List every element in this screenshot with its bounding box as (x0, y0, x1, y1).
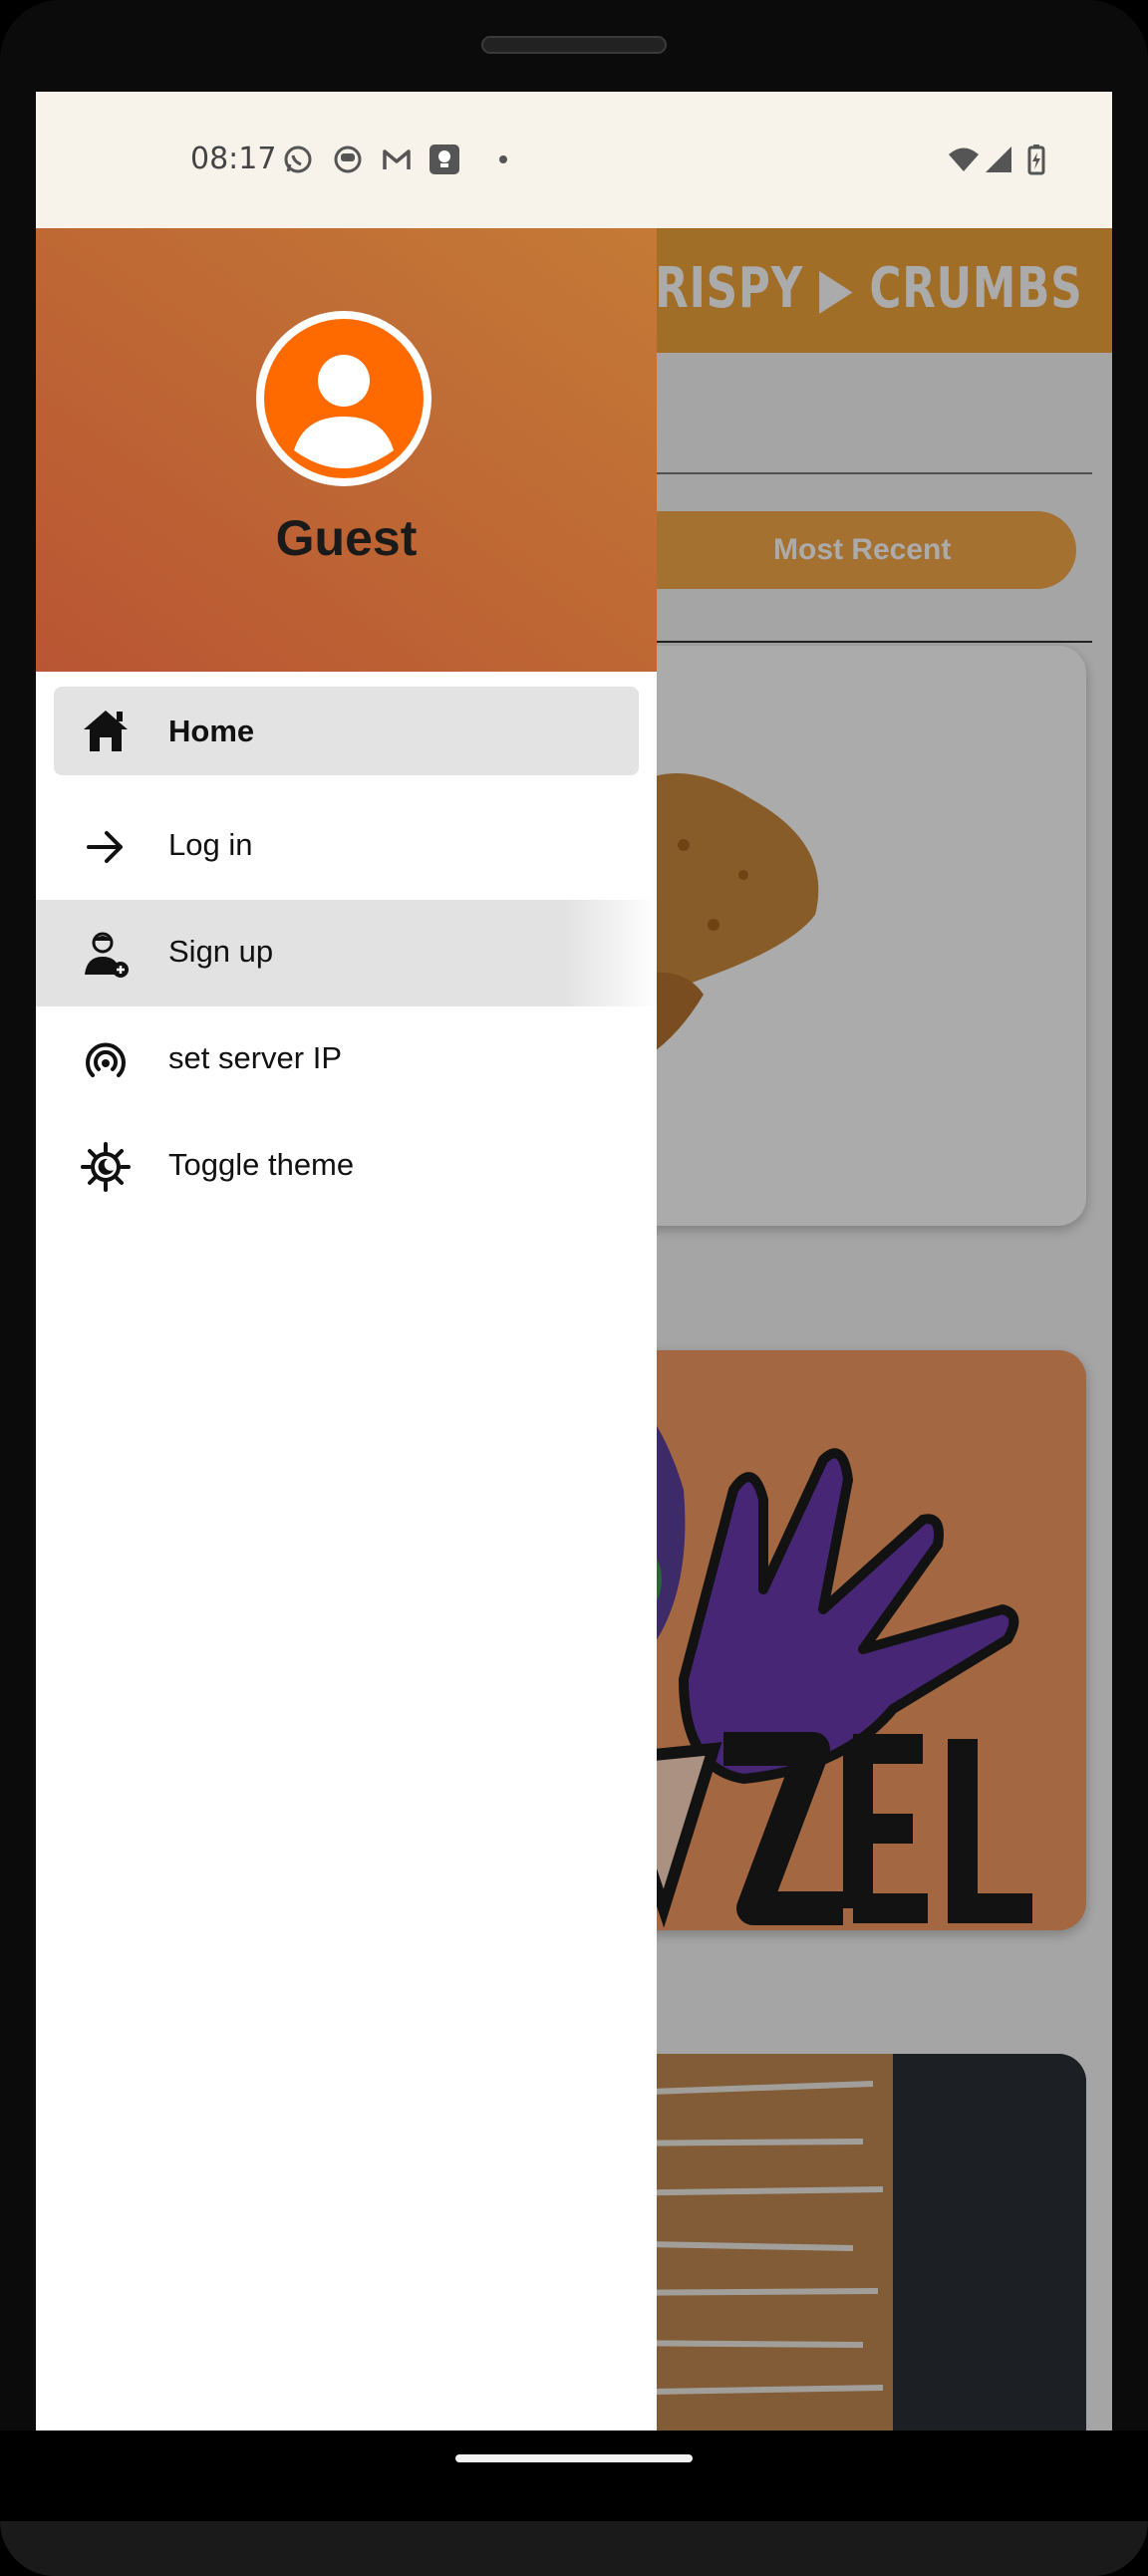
home-gesture-handle[interactable] (455, 2454, 693, 2462)
arrow-right-icon (87, 831, 123, 863)
wifi-icon (949, 147, 979, 171)
drawer-item-server-ip[interactable]: set server IP (36, 1006, 657, 1113)
drawer-item-toggle-theme[interactable]: Toggle theme (36, 1113, 657, 1220)
avatar[interactable] (264, 319, 424, 478)
drawer-header: Guest (36, 228, 657, 672)
home-icon (84, 711, 128, 751)
drawer-item-label: Log in (168, 827, 253, 862)
navigation-drawer: Guest Home Log in Sign up set server IP … (36, 228, 657, 2431)
system-nav-bar (0, 2431, 1148, 2521)
whatsapp-icon (284, 145, 312, 173)
theme-toggle-icon (81, 1142, 131, 1192)
drawer-item-label: Sign up (168, 934, 274, 969)
screen: 08:17 CRISPY ▶ CRUMBS Most Recent Guest … (36, 92, 1112, 2431)
drawer-item-signup[interactable]: Sign up (36, 900, 657, 1006)
drawer-item-login[interactable]: Log in (36, 793, 657, 900)
main-app: CRISPY ▶ CRUMBS Most Recent Guest Home L… (36, 228, 1112, 2431)
status-time: 08:17 (190, 142, 277, 176)
app-icon (334, 145, 362, 173)
broadcast-icon (86, 1042, 126, 1077)
drawer-item-label: Home (168, 714, 255, 748)
phone-frame: 08:17 CRISPY ▶ CRUMBS Most Recent Guest … (0, 0, 1148, 2576)
drawer-item-label: set server IP (168, 1040, 342, 1075)
phone-bottom-bezel (0, 2521, 1148, 2576)
drawer-item-label: Toggle theme (168, 1147, 355, 1182)
battery-icon (1027, 144, 1045, 175)
signal-icon (986, 146, 1011, 172)
speaker-grille (481, 36, 667, 54)
person-icon (294, 355, 394, 468)
dot-icon (499, 155, 507, 163)
photo-icon (430, 144, 459, 174)
selected-highlight (54, 687, 639, 775)
drawer-item-home[interactable]: Home (36, 687, 657, 793)
gmail-icon (383, 149, 411, 169)
add-user-icon (85, 932, 129, 978)
user-name: Guest (275, 510, 418, 566)
status-bar: 08:17 (36, 92, 1112, 228)
